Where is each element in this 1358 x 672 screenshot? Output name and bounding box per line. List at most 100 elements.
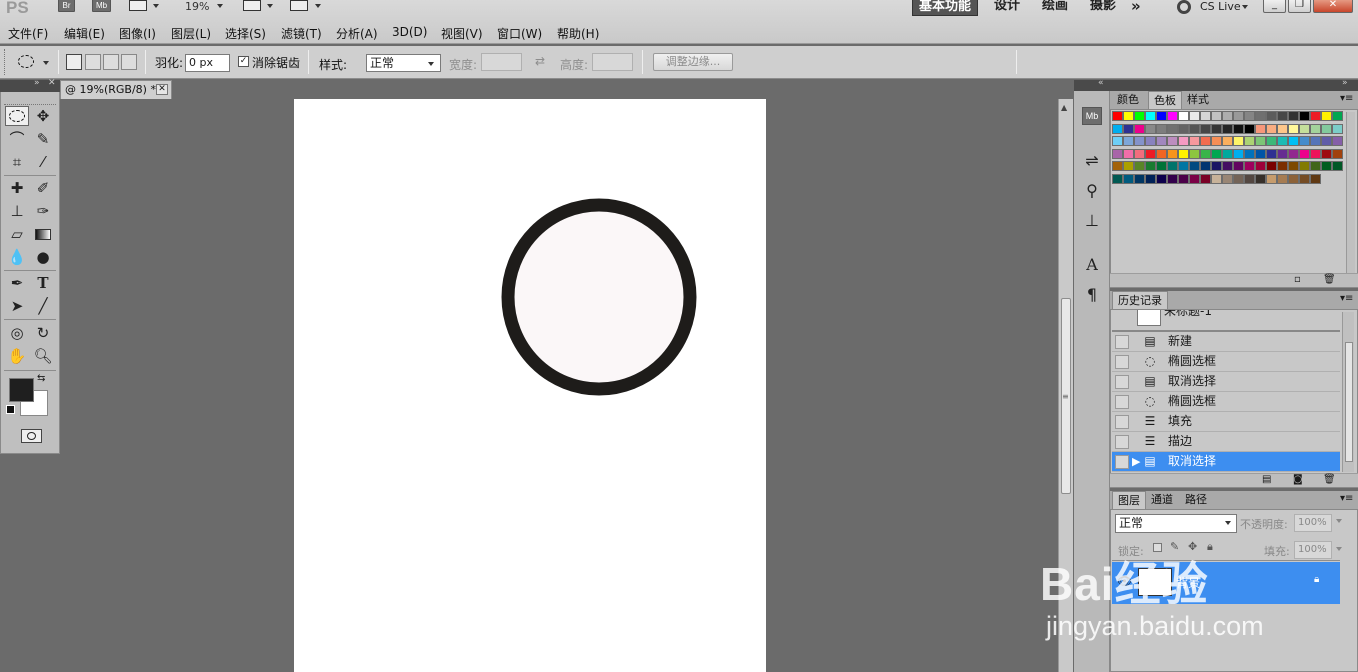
color-swatch[interactable] [1288, 136, 1299, 146]
color-swatch[interactable] [1233, 173, 1244, 184]
hand-tool-icon[interactable]: ✋ [7, 346, 27, 366]
default-colors-icon[interactable] [6, 405, 15, 414]
eyedropper-icon[interactable]: ⁄ [33, 152, 53, 172]
color-swatch[interactable] [1178, 173, 1189, 184]
color-swatch[interactable] [1211, 123, 1222, 134]
toolbox-header[interactable]: » ✕ [0, 78, 60, 92]
options-grip[interactable] [4, 49, 6, 75]
color-swatch[interactable] [1266, 173, 1277, 184]
color-swatch[interactable] [1244, 111, 1255, 121]
history-source-checkbox[interactable] [1115, 455, 1129, 469]
swatches-scrollbar[interactable] [1346, 112, 1355, 274]
color-swatch[interactable] [1321, 136, 1332, 146]
character-panel-icon[interactable]: A [1080, 254, 1104, 276]
color-swatch[interactable] [1112, 111, 1123, 121]
eraser-tool-icon[interactable]: ▱ [7, 224, 27, 244]
color-swatch[interactable] [1332, 148, 1343, 159]
history-state-slider-icon[interactable]: ▶ [1132, 452, 1140, 471]
color-swatch[interactable] [1233, 136, 1244, 146]
gradient-tool-icon[interactable] [35, 229, 51, 240]
color-swatch[interactable] [1321, 161, 1332, 171]
chevron-down-icon[interactable] [217, 4, 223, 8]
color-swatch[interactable] [1167, 123, 1178, 134]
tab-paths[interactable]: 路径 [1180, 491, 1212, 509]
color-swatch[interactable] [1134, 148, 1145, 159]
color-swatch[interactable] [1145, 136, 1156, 146]
cs-live-icon[interactable] [1177, 0, 1191, 14]
color-swatch[interactable] [1145, 161, 1156, 171]
color-swatch[interactable] [1255, 161, 1266, 171]
tool-preset-ellipse-icon[interactable] [18, 55, 34, 68]
more-workspaces-icon[interactable]: » [1131, 0, 1141, 16]
color-swatch[interactable] [1189, 111, 1200, 121]
color-swatch[interactable] [1233, 148, 1244, 159]
color-swatch[interactable] [1222, 136, 1233, 146]
opacity-input[interactable]: 100% [1294, 514, 1332, 532]
color-swatch[interactable] [1134, 111, 1145, 121]
color-swatch[interactable] [1299, 136, 1310, 146]
menu-filter[interactable]: 滤镜(T) [281, 25, 322, 42]
zoom-tool-icon[interactable]: 🔍︎ [33, 346, 53, 366]
tab-styles[interactable]: 样式 [1182, 91, 1214, 109]
new-document-from-state-icon[interactable]: ▤ [1262, 474, 1271, 485]
restore-button[interactable]: ❐ [1288, 0, 1311, 13]
screen-mode-icon[interactable] [290, 0, 308, 11]
tab-swatches[interactable]: 色板 [1148, 91, 1182, 109]
color-swatch[interactable] [1277, 173, 1288, 184]
history-source-checkbox[interactable] [1115, 395, 1129, 409]
type-tool-icon[interactable]: T [33, 273, 53, 293]
chevron-down-icon[interactable] [43, 61, 49, 65]
color-swatch[interactable] [1288, 173, 1299, 184]
color-swatch[interactable] [1123, 161, 1134, 171]
tab-channels[interactable]: 通道 [1146, 491, 1178, 509]
color-swatch[interactable] [1222, 173, 1233, 184]
color-swatch[interactable] [1145, 123, 1156, 134]
menu-analysis[interactable]: 分析(A) [336, 25, 378, 42]
color-swatch[interactable] [1211, 148, 1222, 159]
chevron-down-icon[interactable] [1336, 519, 1342, 523]
zoom-level[interactable]: 19% [185, 0, 209, 13]
workspace-essentials[interactable]: 基本功能 [912, 0, 979, 16]
elliptical-marquee-icon[interactable] [9, 110, 25, 122]
color-swatch[interactable] [1299, 173, 1310, 184]
color-swatch[interactable] [1156, 148, 1167, 159]
color-swatch[interactable] [1233, 111, 1244, 121]
color-swatch[interactable] [1244, 173, 1255, 184]
tab-layers[interactable]: 图层 [1112, 491, 1146, 509]
color-swatch[interactable] [1145, 173, 1156, 184]
color-swatch[interactable] [1200, 136, 1211, 146]
color-swatch[interactable] [1167, 161, 1178, 171]
lasso-tool-icon[interactable]: ⌒ [7, 129, 27, 149]
panel-menu-icon[interactable]: ▾≡ [1340, 293, 1353, 304]
color-swatch[interactable] [1189, 161, 1200, 171]
swap-colors-icon[interactable]: ⇆ [37, 373, 45, 384]
color-swatch[interactable] [1222, 161, 1233, 171]
color-swatch[interactable] [1167, 148, 1178, 159]
color-swatch[interactable] [1211, 136, 1222, 146]
color-swatch[interactable] [1189, 123, 1200, 134]
color-swatch[interactable] [1321, 123, 1332, 134]
menu-select[interactable]: 选择(S) [225, 25, 266, 42]
color-swatch[interactable] [1266, 148, 1277, 159]
color-swatch[interactable] [1134, 136, 1145, 146]
color-swatch[interactable] [1123, 136, 1134, 146]
color-swatch[interactable] [1277, 111, 1288, 121]
color-swatch[interactable] [1123, 123, 1134, 134]
color-swatch[interactable] [1167, 111, 1178, 121]
color-swatch[interactable] [1266, 136, 1277, 146]
workspace-design[interactable]: 设计 [994, 0, 1020, 16]
color-swatch[interactable] [1277, 136, 1288, 146]
fill-input[interactable]: 100% [1294, 541, 1332, 559]
quick-mask-icon[interactable] [21, 429, 42, 443]
color-swatch[interactable] [1200, 111, 1211, 121]
menu-edit[interactable]: 编辑(E) [64, 25, 105, 42]
color-swatch[interactable] [1112, 148, 1123, 159]
color-swatch[interactable] [1332, 111, 1343, 121]
history-item[interactable]: ◌ 椭圆选框 [1112, 392, 1340, 412]
history-item[interactable]: ▶ ▤ 取消选择 [1112, 452, 1340, 472]
adjustments-panel-icon[interactable]: ⇌ [1080, 150, 1104, 172]
color-swatch[interactable] [1266, 111, 1277, 121]
antialias-checkbox[interactable]: ✓ [238, 56, 249, 67]
color-swatch[interactable] [1332, 123, 1343, 134]
color-swatch[interactable] [1299, 123, 1310, 134]
